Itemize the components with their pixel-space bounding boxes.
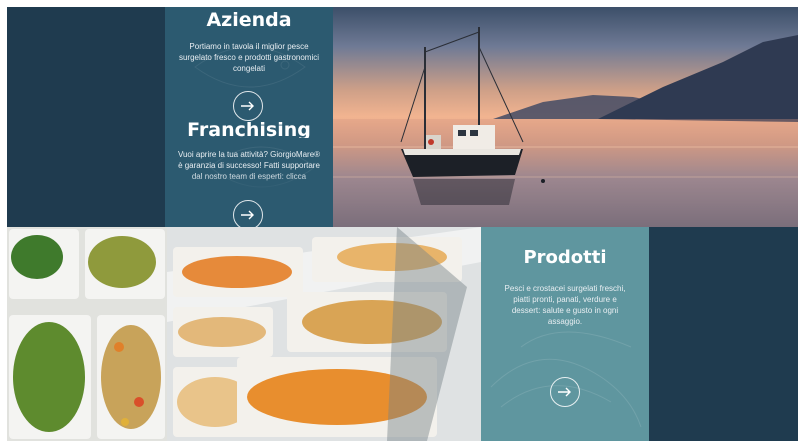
- dark-block-left: [7, 7, 165, 227]
- arrow-right-icon: [241, 210, 254, 220]
- azienda-description: Portiamo in tavola il miglior pesce surg…: [178, 42, 320, 73]
- azienda-title[interactable]: Azienda: [165, 9, 333, 31]
- food-trays-photo: [167, 227, 481, 441]
- azienda-franchising-panel: Azienda Portiamo in tavola il miglior pe…: [165, 7, 333, 227]
- prodotti-title[interactable]: Prodotti: [481, 247, 649, 268]
- fishing-boat-photo: [333, 7, 798, 227]
- vegetables-photo: [7, 227, 167, 441]
- homepage-grid: Azienda Portiamo in tavola il miglior pe…: [0, 0, 798, 443]
- arrow-right-icon: [558, 387, 571, 397]
- franchising-title[interactable]: Franchising: [165, 119, 333, 138]
- dark-block-right: [649, 227, 798, 441]
- prodotti-panel: Prodotti Pesci e crostacei surgelati fre…: [481, 227, 649, 441]
- prodotti-arrow-button[interactable]: [550, 377, 580, 407]
- arrow-right-icon: [241, 101, 254, 111]
- azienda-arrow-button[interactable]: [233, 91, 263, 121]
- description-fade: [165, 173, 333, 195]
- prodotti-description: Pesci e crostacei surgelati freschi, pia…: [504, 284, 626, 326]
- franchising-arrow-button[interactable]: [233, 200, 263, 227]
